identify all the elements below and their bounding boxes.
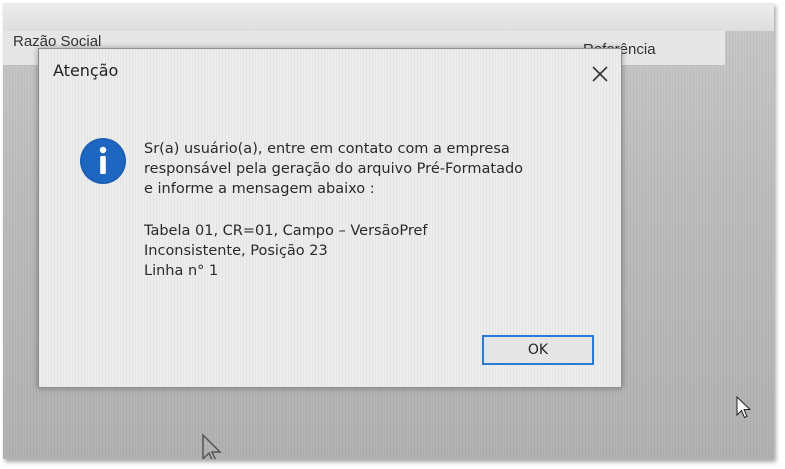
detail-line: Linha n° 1	[144, 263, 219, 279]
dialog-message: Sr(a) usuário(a), entre em contato com a…	[144, 139, 604, 281]
close-button[interactable]	[587, 61, 613, 87]
ok-button[interactable]: OK	[482, 335, 594, 365]
message-line: Sr(a) usuário(a), entre em contato com a…	[144, 141, 510, 157]
detail-line: Tabela 01, CR=01, Campo – VersãoPref	[144, 223, 428, 239]
detail-line: Inconsistente, Posição 23	[144, 243, 328, 259]
close-icon	[592, 66, 608, 82]
dialog-title: Atenção	[53, 61, 119, 80]
info-icon	[80, 138, 126, 184]
mouse-cursor-reflection-icon	[202, 433, 222, 459]
mouse-cursor-icon	[736, 396, 752, 419]
background-window-top	[3, 3, 774, 31]
screen-photo: Razão Social Referência Atenção Sr(a) us…	[3, 3, 774, 459]
message-line: e informe a mensagem abaixo :	[144, 181, 375, 197]
alert-dialog: Atenção Sr(a) usuário(a), entre em conta…	[38, 48, 622, 388]
message-line: responsável pela geração do arquivo Pré-…	[144, 161, 524, 177]
